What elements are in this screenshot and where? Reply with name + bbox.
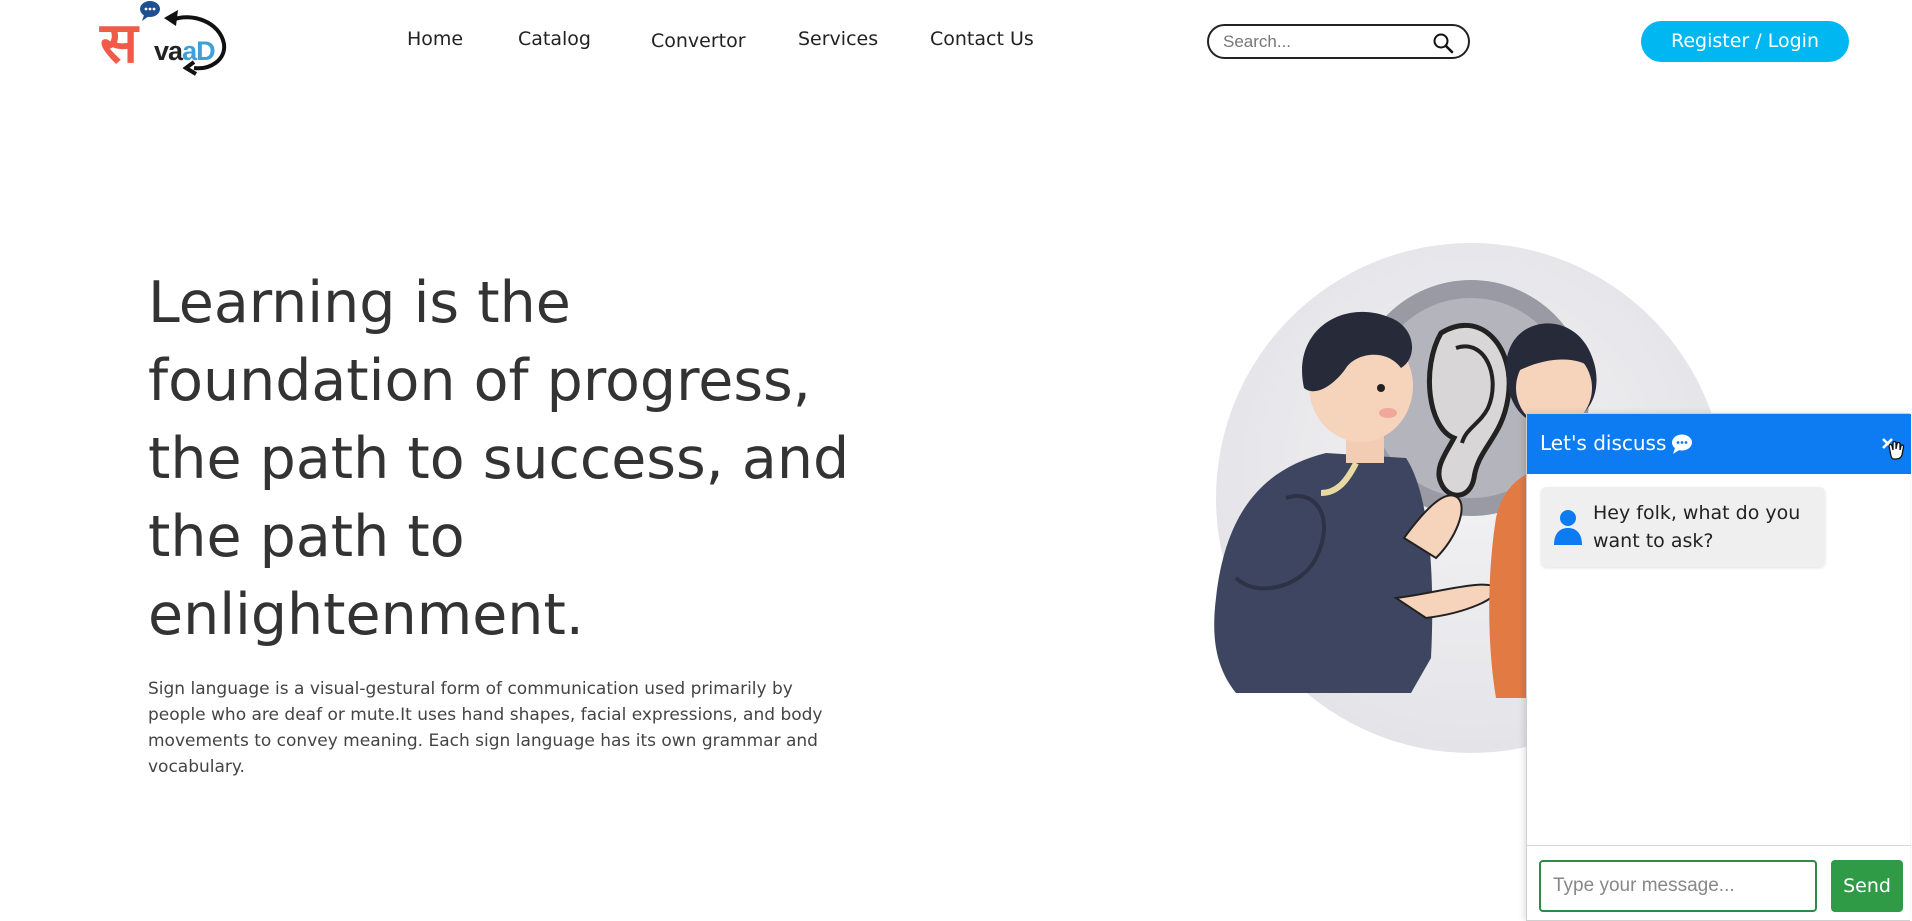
search-box [1207,24,1470,59]
nav-convertor[interactable]: Convertor [651,30,746,52]
close-icon[interactable] [1877,430,1905,460]
site-header: स vaaD Home Catalog Convertor Services C… [0,0,1912,84]
chat-message: Hey folk, what do you want to ask? [1541,487,1825,567]
nav-contact-us[interactable]: Contact Us [930,28,1034,50]
nav-catalog[interactable]: Catalog [518,28,591,50]
nav-home[interactable]: Home [407,28,463,50]
register-login-button[interactable]: Register / Login [1641,21,1849,62]
user-icon [1554,510,1582,545]
chat-message-text: Hey folk, what do you want to ask? [1593,502,1801,552]
chat-title: Let's discuss [1540,431,1667,455]
chat-bubble-icon [1672,434,1692,454]
search-input[interactable] [1223,31,1423,53]
chat-header: Let's discuss [1527,414,1911,474]
logo[interactable]: स vaaD [98,0,230,80]
logo-sa-letter: स [100,11,138,76]
nav-services[interactable]: Services [798,28,878,50]
logo-vaad-letters: vaaD [154,36,216,66]
hero-title: Learning is the foundation of progress, … [148,270,850,648]
chat-widget: Let's discuss Hey folk, what do you want… [1526,413,1911,921]
hero-description: Sign language is a visual-gestural form … [148,679,823,777]
chat-footer: Send [1527,845,1911,921]
chat-message-input[interactable] [1539,860,1817,912]
send-button[interactable]: Send [1831,860,1903,912]
search-icon[interactable] [1432,32,1454,54]
